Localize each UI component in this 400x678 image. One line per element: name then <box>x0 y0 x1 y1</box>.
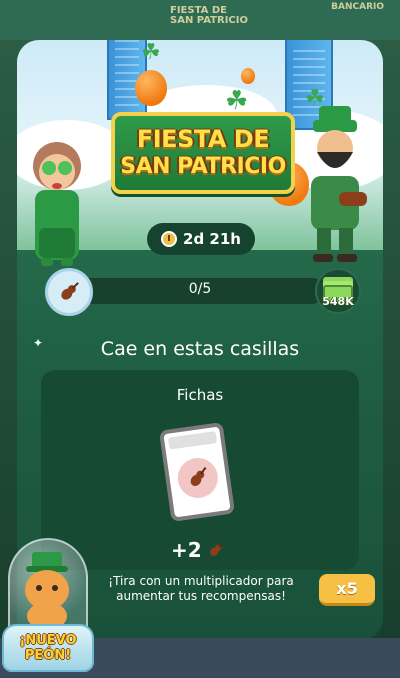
board-top-right-label: BANCARIO <box>331 2 384 12</box>
new-pawn-label: ¡NUEVO PEÓN! <box>2 624 94 672</box>
ticket-badge <box>175 455 221 501</box>
new-pawn-capsule[interactable]: ¡NUEVO PEÓN! <box>2 538 94 672</box>
fiddler-character <box>311 106 367 262</box>
new-pawn-line2: PEÓN! <box>24 648 72 663</box>
section-heading: Cae en estas casillas <box>100 338 300 360</box>
shamrock-icon: ☘ <box>225 86 249 116</box>
board-top-label: FIESTA DE SAN PATRICIO <box>170 5 248 26</box>
event-title-banner: FIESTA DE SAN PATRICIO <box>111 112 295 194</box>
violin-icon <box>61 282 79 300</box>
reward-badge[interactable]: 548K <box>315 268 361 314</box>
stopwatch-icon <box>161 231 178 247</box>
token-count: +2 <box>171 538 226 562</box>
multiplier-button[interactable]: x5 <box>319 574 375 606</box>
event-title-line2: SAN PATRICIO <box>120 154 286 179</box>
shamrock-icon: ☘ <box>141 40 161 65</box>
balloon <box>135 70 167 106</box>
progress-bar: 0/5 <box>75 278 325 304</box>
ticket-icon <box>158 421 236 523</box>
event-timer: 2d 21h <box>147 223 255 255</box>
token-count-text: +2 <box>171 538 202 562</box>
board-top-strip: FIESTA DE SAN PATRICIO BANCARIO <box>0 0 400 40</box>
lady-character <box>33 142 81 266</box>
event-title-line1: FIESTA DE <box>136 125 270 153</box>
progress-text: 0/5 <box>188 281 212 297</box>
card-title: Fichas <box>176 386 224 404</box>
violin-icon <box>209 542 224 556</box>
cat-pawn-icon <box>25 552 69 630</box>
new-pawn-line1: ¡NUEVO <box>19 633 77 648</box>
balloon <box>241 68 255 84</box>
event-timer-text: 2d 21h <box>183 230 241 248</box>
progress-row: 0/5 548K <box>45 262 361 316</box>
violin-token-icon <box>45 268 93 316</box>
reward-amount: 548K <box>322 295 354 308</box>
violin-icon <box>190 466 207 486</box>
footer-text: ¡Tira con un multiplicador para aumentar… <box>108 574 294 603</box>
